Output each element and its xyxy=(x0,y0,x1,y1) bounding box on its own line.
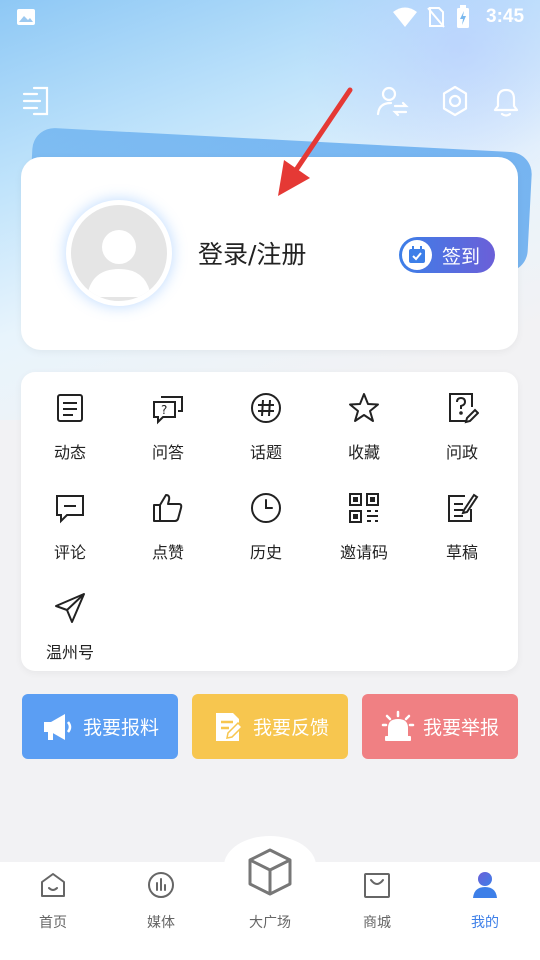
qr-code-icon xyxy=(349,493,379,523)
settings-icon[interactable] xyxy=(438,84,472,118)
sign-in-button[interactable]: 签到 xyxy=(399,237,495,273)
complain-button[interactable]: 我要举报 xyxy=(362,694,518,759)
grid-item-invite-code[interactable]: 邀请码 xyxy=(315,477,413,567)
grid-item-wenzhou-account[interactable]: 温州号 xyxy=(21,577,119,667)
grid-item-feed[interactable]: 动态 xyxy=(21,377,119,467)
battery-charging-icon xyxy=(457,5,469,28)
sign-in-label: 签到 xyxy=(442,245,481,268)
status-time: 3:45 xyxy=(486,6,525,27)
draft-icon xyxy=(448,493,479,522)
feed-icon xyxy=(57,394,83,422)
clock-icon xyxy=(251,493,281,523)
status-bar: 3:45 xyxy=(0,0,540,36)
grid-item-favorites[interactable]: 收藏 xyxy=(315,377,413,467)
media-chart-icon xyxy=(148,872,174,898)
switch-account-icon[interactable] xyxy=(375,84,409,118)
grid-item-inquiry[interactable]: 问政 xyxy=(413,377,511,467)
nav-media[interactable]: 媒体 xyxy=(121,870,201,932)
grid-item-label: 邀请码 xyxy=(339,543,388,562)
feedback-label: 我要反馈 xyxy=(252,717,329,739)
nav-mine-label: 我的 xyxy=(471,915,499,931)
user-profile-icon xyxy=(473,872,497,898)
avatar[interactable] xyxy=(71,205,167,301)
grid-item-drafts[interactable]: 草稿 xyxy=(413,477,511,567)
comment-icon xyxy=(56,495,84,524)
nav-home[interactable]: 首页 xyxy=(13,870,93,932)
exit-icon[interactable] xyxy=(20,84,54,118)
calendar-check-icon xyxy=(402,240,432,270)
nav-shop-label: 商城 xyxy=(363,915,391,931)
nav-home-label: 首页 xyxy=(39,915,67,931)
report-news-label: 我要报料 xyxy=(82,717,159,739)
grid-item-label: 历史 xyxy=(249,543,282,562)
svg-text:?: ? xyxy=(161,403,167,417)
grid-item-label: 温州号 xyxy=(45,643,94,662)
grid-item-comment[interactable]: 评论 xyxy=(21,477,119,567)
no-sim-icon xyxy=(427,7,445,28)
home-icon xyxy=(41,873,65,897)
function-grid: 动态 ? 问答 话题 收藏 问政 评论 点赞 历史 邀请码 草稿 温州号 xyxy=(21,372,518,671)
nav-plaza-label: 大广场 xyxy=(249,915,291,931)
bell-icon[interactable] xyxy=(489,84,523,118)
thumbs-up-icon xyxy=(153,494,183,522)
hashtag-icon xyxy=(251,393,281,423)
grid-item-label: 收藏 xyxy=(347,443,380,462)
default-avatar-icon xyxy=(87,230,151,297)
wifi-icon xyxy=(393,7,417,27)
grid-item-label: 问政 xyxy=(445,443,478,462)
star-icon xyxy=(349,393,379,422)
qa-icon: ? xyxy=(153,396,183,425)
question-pen-icon xyxy=(449,393,480,424)
grid-item-label: 动态 xyxy=(53,443,86,462)
shopping-bag-icon xyxy=(364,873,390,898)
nav-mine[interactable]: 我的 xyxy=(445,870,525,932)
cube-icon xyxy=(248,848,292,896)
complain-label: 我要举报 xyxy=(422,717,499,739)
nav-shop[interactable]: 商城 xyxy=(337,870,417,932)
grid-item-likes[interactable]: 点赞 xyxy=(119,477,217,567)
annotation-arrow-icon xyxy=(278,87,353,196)
gallery-notification-icon xyxy=(17,9,35,25)
grid-item-label: 草稿 xyxy=(445,543,478,562)
grid-item-topic[interactable]: 话题 xyxy=(217,377,315,467)
paper-plane-icon xyxy=(55,593,85,623)
grid-item-label: 点赞 xyxy=(151,543,184,562)
grid-item-label: 问答 xyxy=(151,443,184,462)
nav-media-label: 媒体 xyxy=(147,915,175,931)
feedback-button[interactable]: 我要反馈 xyxy=(192,694,348,759)
login-register-link[interactable]: 登录/注册 xyxy=(198,235,306,271)
report-news-button[interactable]: 我要报料 xyxy=(22,694,178,759)
grid-item-label: 话题 xyxy=(249,443,282,462)
grid-item-qa[interactable]: ? 问答 xyxy=(119,377,217,467)
megaphone-icon xyxy=(43,713,72,740)
edit-document-icon xyxy=(215,712,244,741)
alarm-siren-icon xyxy=(381,710,415,741)
grid-item-history[interactable]: 历史 xyxy=(217,477,315,567)
nav-plaza[interactable]: 大广场 xyxy=(230,846,310,932)
grid-item-label: 评论 xyxy=(53,543,86,562)
